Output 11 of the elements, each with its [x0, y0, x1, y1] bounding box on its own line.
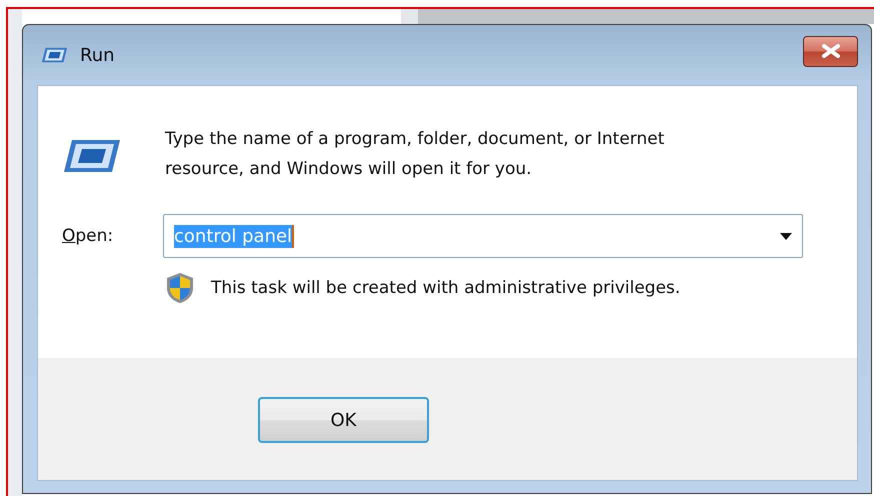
window-title: Run: [80, 44, 116, 66]
close-button[interactable]: [803, 36, 858, 66]
close-icon: [820, 44, 840, 58]
instruction-text: Type the name of a program, folder, document, or Internet resource, and Windows will open it for you.: [165, 128, 666, 181]
ok-button[interactable]: OK: [258, 397, 429, 443]
open-label: Open:: [62, 226, 114, 246]
admin-note: This task will be created with administrative privileges.: [211, 278, 680, 298]
shield-icon: [165, 272, 195, 304]
run-icon: [62, 138, 122, 174]
dropdown-arrow-icon[interactable]: [780, 232, 792, 240]
run-icon: [41, 46, 68, 64]
